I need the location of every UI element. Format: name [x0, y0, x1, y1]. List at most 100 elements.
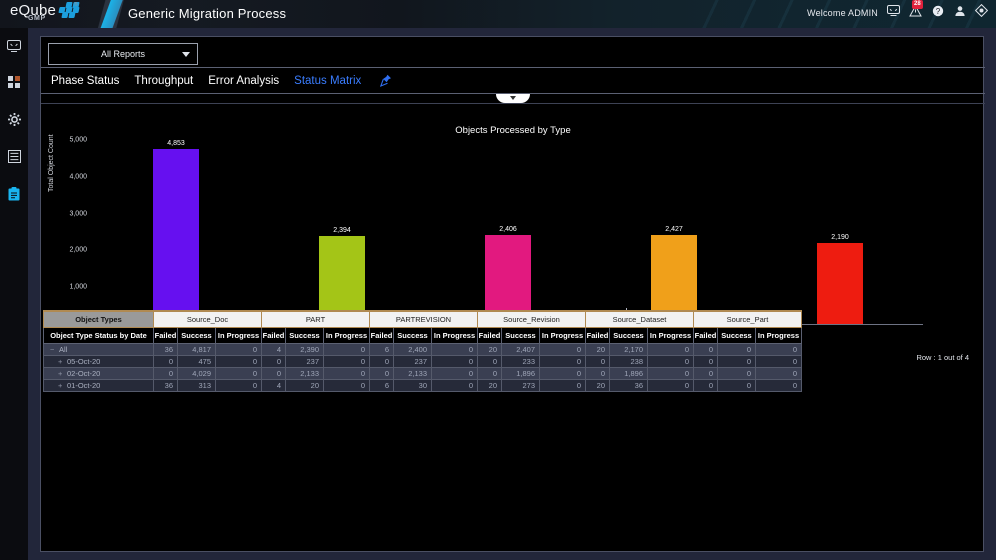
- monitor-icon[interactable]: [887, 4, 900, 17]
- matrix-sub-header[interactable]: Failed: [370, 327, 394, 343]
- matrix-cell: 0: [478, 355, 502, 367]
- chart-divider: [41, 103, 985, 104]
- sidebar-item-reports[interactable]: [0, 182, 28, 210]
- logo-subtitle: GMP: [28, 15, 46, 22]
- matrix-sub-header[interactable]: Success: [286, 327, 324, 343]
- tab-status-matrix[interactable]: Status Matrix: [294, 75, 361, 87]
- alert-triangle-icon[interactable]: 28: [909, 4, 922, 17]
- monitor-icon: [7, 39, 21, 57]
- table-row[interactable]: −All364,817042,390062,4000202,4070202,17…: [44, 343, 802, 355]
- table-row[interactable]: +01-Oct-203631304200630020273020360000: [44, 379, 802, 391]
- matrix-cell: 0: [324, 379, 370, 391]
- chart-title: Objects Processed by Type: [41, 125, 985, 136]
- matrix-group-header[interactable]: PARTREVISION: [370, 311, 478, 327]
- matrix-sub-header[interactable]: Failed: [694, 327, 718, 343]
- matrix-cell: 0: [262, 355, 286, 367]
- sidebar-item-settings[interactable]: [0, 108, 28, 136]
- matrix-cell: 313: [178, 379, 216, 391]
- pin-icon[interactable]: [380, 74, 392, 87]
- clipboard-icon: [8, 187, 20, 206]
- matrix-cell: 4,817: [178, 343, 216, 355]
- list-icon: [8, 150, 21, 168]
- bar-slot: 2,406: [425, 140, 591, 324]
- matrix-sub-header[interactable]: In Progress: [756, 327, 802, 343]
- user-icon[interactable]: [953, 4, 966, 17]
- matrix-sub-header[interactable]: Success: [610, 327, 648, 343]
- matrix-cell: 2,170: [610, 343, 648, 355]
- table-row[interactable]: +02-Oct-2004,029002,133002,133001,896001…: [44, 367, 802, 379]
- matrix-sub-header[interactable]: Failed: [478, 327, 502, 343]
- matrix-sub-header[interactable]: In Progress: [324, 327, 370, 343]
- matrix-group-header[interactable]: PART: [262, 311, 370, 327]
- matrix-sub-header[interactable]: Success: [394, 327, 432, 343]
- matrix-sub-header[interactable]: In Progress: [648, 327, 694, 343]
- tree-toggle-icon[interactable]: −: [50, 345, 59, 354]
- matrix-sub-header[interactable]: Success: [718, 327, 756, 343]
- matrix-group-header[interactable]: Source_Dataset: [586, 311, 694, 327]
- matrix-sub-header-row: Object Type Status by DateFailedSuccessI…: [44, 327, 802, 343]
- tree-toggle-icon[interactable]: +: [58, 381, 67, 390]
- matrix-row-label[interactable]: −All: [44, 343, 154, 355]
- matrix-cell: 237: [286, 355, 324, 367]
- matrix-cell: 0: [432, 343, 478, 355]
- matrix-sub-header[interactable]: In Progress: [216, 327, 262, 343]
- workspace: All Reports Phase Status Throughput Erro…: [28, 28, 996, 560]
- left-sidebar: [0, 28, 28, 560]
- matrix-sub-header[interactable]: In Progress: [540, 327, 586, 343]
- help-circle-icon[interactable]: ?: [931, 4, 944, 17]
- matrix-cell: 1,896: [610, 367, 648, 379]
- matrix-cell: 0: [262, 367, 286, 379]
- tree-toggle-icon[interactable]: +: [58, 357, 67, 366]
- matrix-sub-header[interactable]: Failed: [262, 327, 286, 343]
- tab-throughput[interactable]: Throughput: [134, 75, 193, 87]
- matrix-row-label[interactable]: +02-Oct-20: [44, 367, 154, 379]
- matrix-cell: 0: [694, 355, 718, 367]
- table-row[interactable]: +05-Oct-200475002370023700233002380000: [44, 355, 802, 367]
- matrix-sub-header[interactable]: Success: [502, 327, 540, 343]
- report-panel: All Reports Phase Status Throughput Erro…: [40, 36, 984, 552]
- matrix-row-label[interactable]: +05-Oct-20: [44, 355, 154, 367]
- matrix-cell: 237: [394, 355, 432, 367]
- matrix-cell: 2,133: [286, 367, 324, 379]
- matrix-sub-header[interactable]: Success: [178, 327, 216, 343]
- chart-bar[interactable]: [153, 149, 199, 324]
- matrix-cell: 20: [286, 379, 324, 391]
- matrix-group-header[interactable]: Source_Doc: [154, 311, 262, 327]
- settings-diamond-icon[interactable]: [975, 4, 988, 17]
- chart-bars: 4,8532,3942,4062,4272,190: [93, 140, 923, 324]
- sidebar-item-list[interactable]: [0, 145, 28, 173]
- matrix-cell: 0: [648, 379, 694, 391]
- panel-collapse-toggle[interactable]: [496, 94, 530, 103]
- matrix-cell: 0: [718, 379, 756, 391]
- matrix-sub-header[interactable]: Failed: [586, 327, 610, 343]
- matrix-cell: 273: [502, 379, 540, 391]
- sidebar-item-apps[interactable]: [0, 71, 28, 99]
- matrix-cell: 0: [756, 355, 802, 367]
- matrix-cell: 0: [586, 367, 610, 379]
- matrix-cell: 0: [540, 355, 586, 367]
- matrix-cell: 238: [610, 355, 648, 367]
- matrix-group-header[interactable]: Source_Part: [694, 311, 802, 327]
- tab-error-analysis[interactable]: Error Analysis: [208, 75, 279, 87]
- tree-toggle-icon[interactable]: +: [58, 369, 67, 378]
- matrix-cell: 20: [586, 343, 610, 355]
- tab-phase-status[interactable]: Phase Status: [51, 75, 119, 87]
- matrix-cell: 20: [586, 379, 610, 391]
- matrix-sub-header[interactable]: Failed: [154, 327, 178, 343]
- matrix-group-header[interactable]: Source_Revision: [478, 311, 586, 327]
- matrix-row-label[interactable]: +01-Oct-20: [44, 379, 154, 391]
- header-icon-group: 28 ?: [887, 4, 988, 17]
- matrix-cell: 0: [756, 379, 802, 391]
- matrix-sub-header[interactable]: In Progress: [432, 327, 478, 343]
- y-axis-tick: 1,000: [69, 284, 87, 291]
- status-matrix-table: Object TypesSource_DocPARTPARTREVISIONSo…: [43, 310, 802, 392]
- chart-bar[interactable]: [817, 243, 863, 324]
- matrix-cell: 0: [694, 367, 718, 379]
- matrix-cell: 0: [324, 343, 370, 355]
- y-axis-tick: 2,000: [69, 247, 87, 254]
- matrix-cell: 0: [694, 343, 718, 355]
- matrix-cell: 0: [216, 355, 262, 367]
- report-select[interactable]: All Reports: [48, 43, 198, 65]
- sidebar-item-dashboard[interactable]: [0, 34, 28, 62]
- matrix-corner-header[interactable]: Object Types: [44, 311, 154, 327]
